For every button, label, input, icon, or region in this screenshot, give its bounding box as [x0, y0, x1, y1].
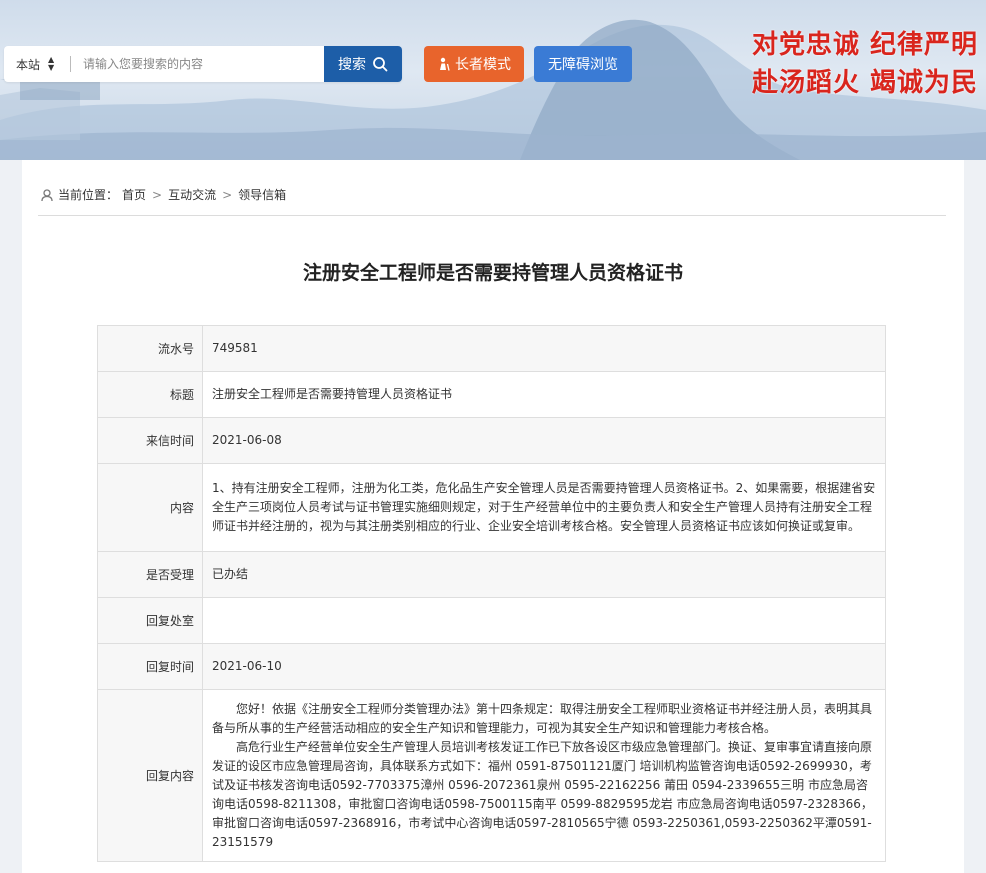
breadcrumb-interaction-link[interactable]: 互动交流: [168, 186, 216, 203]
title-label: 标题: [97, 371, 203, 418]
search-button[interactable]: 搜索: [324, 46, 402, 82]
reply-content: 您好！依据《注册安全工程师分类管理办法》第十四条规定：取得注册安全工程师职业资格…: [202, 689, 886, 862]
content-value: 1、持有注册安全工程师，注册为化工类，危化品生产安全管理人员是否需要持管理人员资…: [202, 463, 886, 552]
elder-mode-label: 长者模式: [455, 57, 511, 73]
table-row: 回复处室: [97, 597, 886, 644]
serial-label: 流水号: [97, 325, 203, 372]
reply-paragraph-1: 您好！依据《注册安全工程师分类管理办法》第十四条规定：取得注册安全工程师职业资格…: [212, 701, 873, 735]
breadcrumb-home-link[interactable]: 首页: [122, 186, 146, 203]
table-row: 内容 1、持有注册安全工程师，注册为化工类，危化品生产安全管理人员是否需要持管理…: [97, 463, 886, 552]
date-value: 2021-06-08: [202, 417, 886, 464]
reply-date-value: 2021-06-10: [202, 643, 886, 690]
search-icon: [373, 57, 388, 72]
search-input[interactable]: [71, 46, 324, 82]
search-scope-label: 本站: [16, 57, 41, 72]
reply-label: 回复内容: [97, 689, 203, 862]
search-box: 本站 ▲▼ 搜索: [4, 46, 402, 82]
slogan-line-2: 赴汤蹈火 竭诚为民: [751, 68, 978, 98]
serial-value: 749581: [202, 325, 886, 372]
header-banner: 本站 ▲▼ 搜索 长者模式 无障碍浏览 对党忠诚 纪律严明 赴汤蹈火 竭诚为民: [0, 0, 986, 160]
table-row: 流水号 749581: [97, 325, 886, 372]
main-content: 当前位置： 首页 > 互动交流 > 领导信箱 注册安全工程师是否需要持管理人员资…: [22, 160, 964, 873]
content-label: 内容: [97, 463, 203, 552]
updown-arrow-icon: ▲ ▼: [48, 55, 55, 72]
reply-date-label: 回复时间: [97, 643, 203, 690]
search-button-label: 搜索: [338, 57, 366, 73]
table-row: 来信时间 2021-06-08: [97, 417, 886, 464]
breadcrumb: 当前位置： 首页 > 互动交流 > 领导信箱: [40, 186, 286, 203]
location-person-icon: [41, 188, 53, 201]
breadcrumb-divider: [38, 215, 946, 216]
table-row: 回复时间 2021-06-10: [97, 643, 886, 690]
search-scope-select[interactable]: 本站 ▲ ▼: [4, 46, 70, 82]
page-title: 注册安全工程师是否需要持管理人员资格证书: [302, 262, 683, 284]
accepted-label: 是否受理: [97, 551, 203, 598]
title-value: 注册安全工程师是否需要持管理人员资格证书: [202, 371, 886, 418]
office-value: [202, 597, 886, 644]
table-row: 标题 注册安全工程师是否需要持管理人员资格证书: [97, 371, 886, 418]
letter-detail-table: 流水号 749581 标题 注册安全工程师是否需要持管理人员资格证书 来信时间 …: [97, 325, 886, 862]
breadcrumb-separator: >: [152, 187, 163, 202]
breadcrumb-prefix: 当前位置：: [58, 188, 119, 202]
table-row: 回复内容 您好！依据《注册安全工程师分类管理办法》第十四条规定：取得注册安全工程…: [97, 689, 886, 862]
accessible-browse-button[interactable]: 无障碍浏览: [534, 46, 632, 82]
accessible-browse-label: 无障碍浏览: [548, 57, 618, 73]
slogan-line-1: 对党忠诚 纪律严明: [751, 30, 978, 60]
table-row: 是否受理 已办结: [97, 551, 886, 598]
date-label: 来信时间: [97, 417, 203, 464]
office-label: 回复处室: [97, 597, 203, 644]
accepted-value: 已办结: [202, 551, 886, 598]
breadcrumb-separator: >: [222, 187, 233, 202]
reply-paragraph-2: 高危行业生产经营单位安全生产管理人员培训考核发证工作已下放各设区市级应急管理部门…: [212, 739, 873, 849]
elder-mode-button[interactable]: 长者模式: [424, 46, 524, 82]
elder-person-icon: [440, 57, 450, 71]
breadcrumb-mailbox-link[interactable]: 领导信箱: [238, 186, 286, 203]
